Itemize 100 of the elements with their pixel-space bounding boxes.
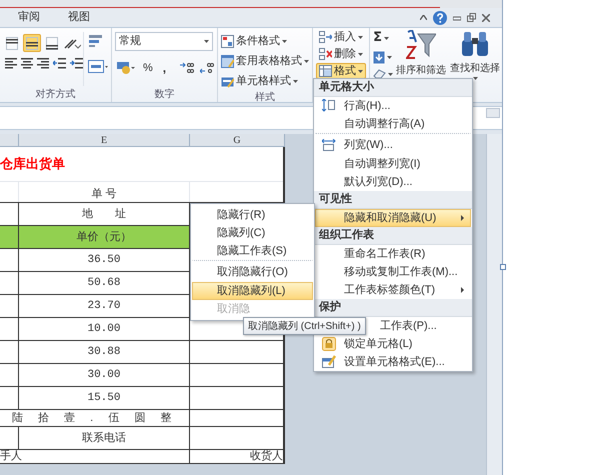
menu-item[interactable]: 工作表标签颜色(T) (315, 281, 471, 299)
insert-cells-icon (319, 31, 332, 43)
column-header[interactable]: E (19, 134, 190, 146)
number-format-dropdown[interactable]: 常规 (115, 32, 213, 51)
menu-item[interactable]: 列宽(W)... (315, 133, 471, 155)
styles-button[interactable]: 单元格样式 (221, 72, 310, 90)
help-icon (433, 10, 447, 24)
fill-down-icon (373, 51, 386, 64)
table-cell-text: 单价（元） (76, 230, 132, 245)
caret-icon (358, 52, 364, 56)
tooltip: 取消隐藏列 (Ctrl+Shift+) ) (243, 317, 366, 335)
close-icon (482, 14, 490, 22)
table-cell-text: 30.00 (87, 368, 120, 383)
decrease-decimal-icon (200, 62, 214, 74)
menu-item[interactable]: 移动或复制工作表(M)... (315, 263, 471, 281)
submenu-arrow-icon (461, 287, 464, 293)
caret-icon (388, 72, 394, 76)
ribbon-tab[interactable]: 审阅 (12, 9, 46, 26)
align-center-icon (21, 58, 33, 69)
menu-item[interactable]: 自动调整行高(A) (315, 115, 471, 133)
group-label: 对齐方式 (36, 88, 76, 102)
caret-icon (358, 70, 364, 72)
menu-item[interactable]: 锁定单元格(L) (315, 335, 471, 353)
menu-item[interactable]: 自动调整列宽(I) (315, 155, 471, 173)
table-cell-text: 15.50 (87, 390, 120, 406)
delete-cells-icon (319, 48, 332, 60)
conditional-format-icon (221, 34, 234, 48)
menu-section-header: 可见性 (314, 191, 472, 209)
align-button[interactable] (43, 34, 61, 52)
format-cells-icon (322, 355, 336, 369)
table-cell-text: 10.00 (87, 322, 120, 337)
align-button[interactable] (23, 34, 41, 52)
caret-icon (293, 80, 298, 82)
table-cell-text: 50.68 (87, 276, 120, 291)
menu-item[interactable]: 默认列宽(D)... (315, 173, 471, 191)
row-height-icon (322, 99, 336, 113)
merge-cells-icon (88, 60, 108, 74)
percent-button[interactable]: % (141, 60, 155, 76)
menu-section-header: 组织工作表 (314, 227, 472, 245)
menu-item[interactable]: 隐藏行(R) (192, 206, 313, 224)
binoculars-icon (460, 30, 490, 58)
resize-handle[interactable] (500, 264, 506, 270)
submenu-arrow-icon (461, 215, 464, 221)
menu-item[interactable]: 设置单元格格式(E)... (315, 353, 471, 371)
currency-icon (117, 61, 135, 75)
increase-indent-icon (70, 58, 83, 69)
cells-button[interactable]: 删除 (316, 46, 366, 62)
group-label: 数字 (154, 88, 175, 102)
menu-section-header: 单元格大小 (314, 79, 472, 97)
vertical-align-icon (6, 36, 18, 50)
cells-button[interactable]: 插入 (316, 29, 366, 45)
comma-button[interactable]: , (160, 59, 168, 77)
menu-item[interactable]: 隐藏列(C) (192, 224, 313, 242)
caret-icon (204, 40, 209, 43)
menu-item[interactable]: 重命名工作表(R) (315, 245, 471, 263)
align-right-icon (37, 58, 49, 69)
caret-icon (282, 40, 288, 42)
table-cell-text: 36.50 (87, 252, 120, 268)
column-width-icon (322, 138, 336, 152)
number-format-value: 常规 (119, 34, 142, 50)
text-orientation-icon (63, 37, 81, 49)
align-button[interactable] (3, 34, 21, 52)
cell-styles-icon (221, 74, 234, 88)
wrap-text-icon (88, 34, 104, 48)
ribbon-tab[interactable]: 视图 (62, 9, 96, 26)
cells-button[interactable]: 格式 (316, 63, 366, 79)
menu-item: 取消隐 (216, 302, 251, 317)
table-cell-text: 23.70 (87, 298, 120, 314)
collapse-ribbon-icon (420, 15, 427, 20)
table-format-icon (221, 54, 234, 68)
table-cell-text: 30.88 (87, 344, 120, 360)
sort-filter-icon (406, 30, 436, 60)
caret-icon (304, 60, 310, 62)
table-cell-text: 手人 (0, 449, 22, 464)
vertical-scrollbar[interactable] (486, 134, 502, 475)
group-label: 样式 (255, 90, 276, 105)
menu-section-header: 保护 (314, 299, 472, 317)
caret-icon (358, 36, 364, 38)
styles-button[interactable]: 条件格式 (221, 32, 310, 50)
menu-item[interactable]: 取消隐藏列(L) (192, 282, 313, 300)
caret-icon (387, 56, 392, 59)
align-left-icon (5, 58, 17, 69)
styles-button[interactable]: 套用表格格式 (221, 52, 310, 70)
minimize-icon (453, 14, 461, 22)
menu-item[interactable]: 隐藏和取消隐藏(U) (315, 209, 471, 227)
menu-item[interactable]: 隐藏工作表(S) (192, 242, 313, 260)
vertical-align-icon (26, 36, 38, 50)
table-cell-text: 陆 拾 壹 . 伍 圆 整 (12, 410, 172, 426)
vertical-align-icon (46, 36, 58, 50)
sheet-title: 仓库出货单 (0, 155, 65, 174)
padlock-icon (322, 337, 336, 351)
table-cell-text: 联系电话 (82, 430, 126, 446)
table-cell-text: 收货人 (250, 449, 283, 464)
caret-icon (472, 77, 478, 80)
caret-icon (384, 36, 390, 40)
table-cell-text: 地 址 (82, 206, 126, 222)
column-header[interactable]: G (190, 134, 285, 146)
autosum-button[interactable]: Σ (373, 30, 394, 46)
restore-icon (467, 13, 476, 22)
increase-decimal-icon (180, 62, 194, 74)
